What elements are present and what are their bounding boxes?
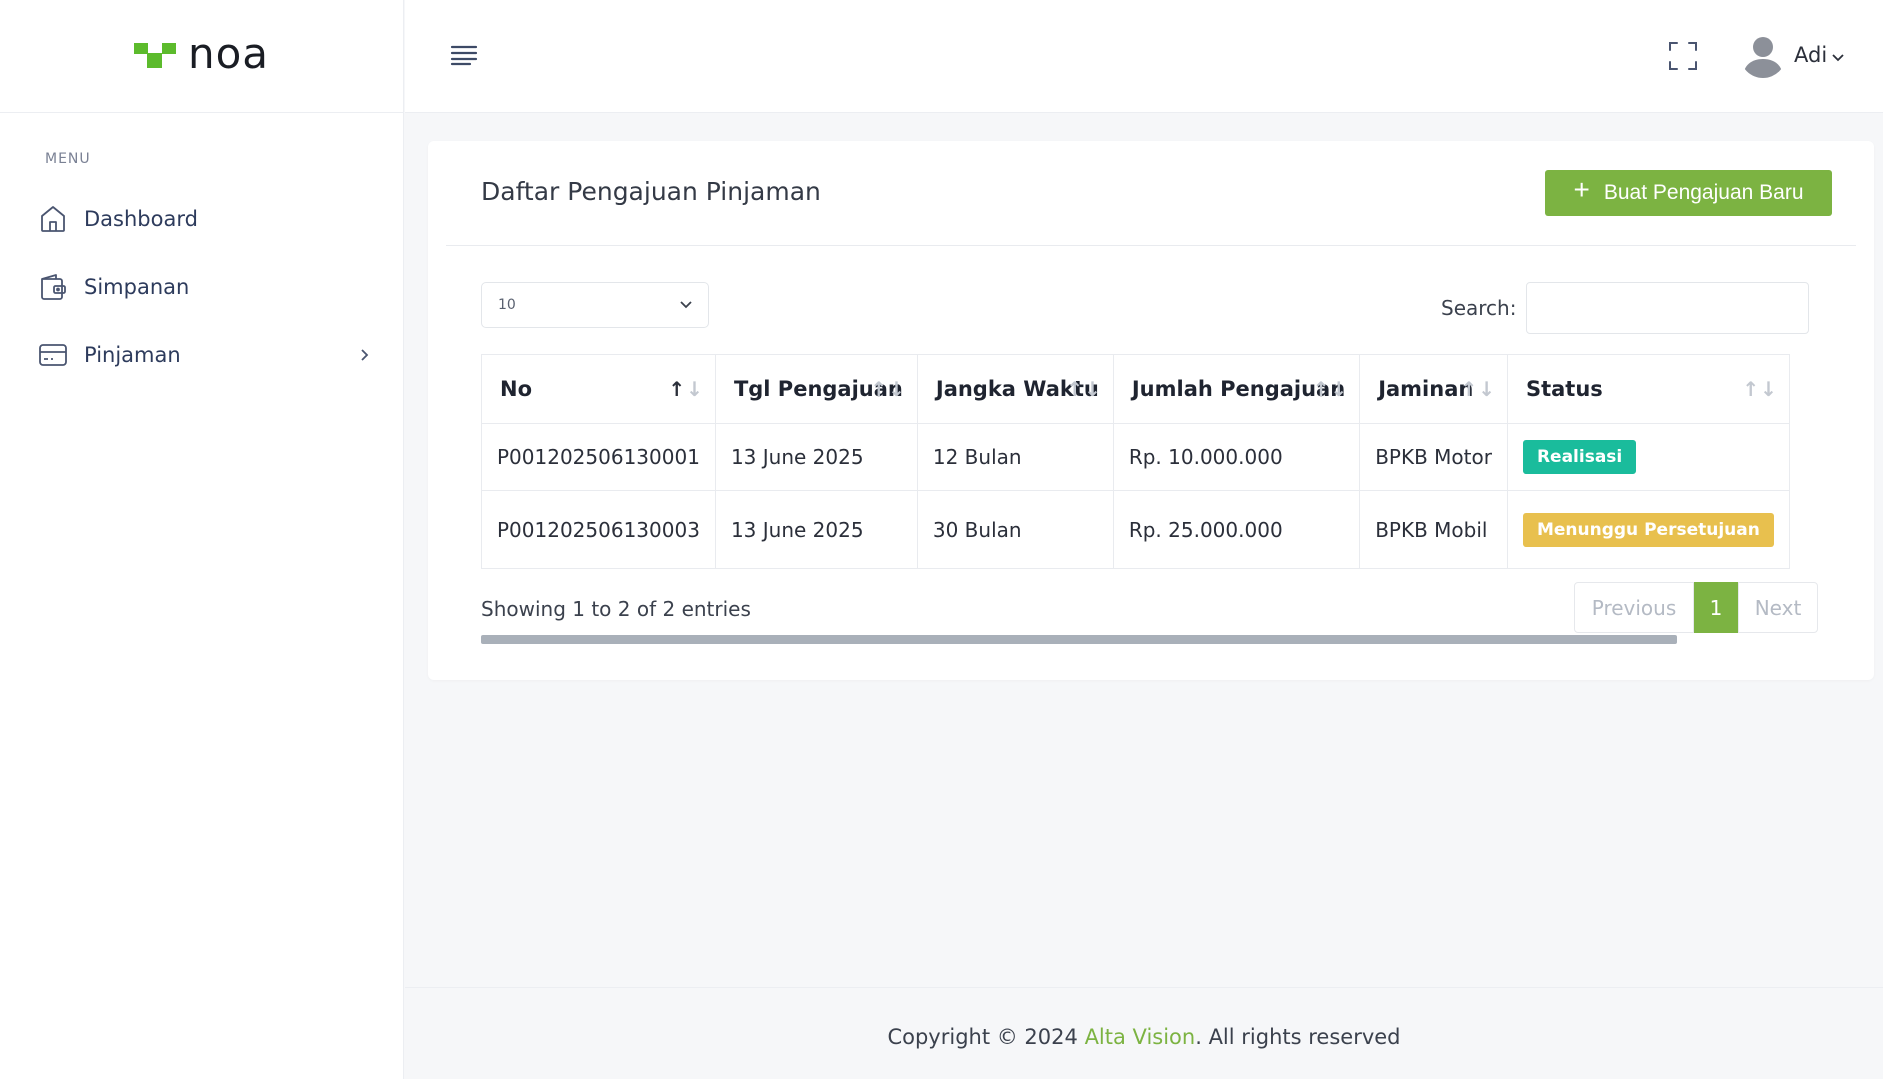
page-length-value: 10 [498, 297, 516, 313]
card-header: Daftar Pengajuan Pinjaman + Buat Pengaju… [446, 141, 1856, 246]
search-label: Search: [1441, 296, 1517, 320]
home-icon [38, 204, 68, 234]
chevron-right-icon [359, 343, 369, 367]
sidebar-item-label: Dashboard [84, 207, 198, 231]
sidebar-item-pinjaman[interactable]: Pinjaman [0, 321, 403, 389]
table-info: Showing 1 to 2 of 2 entries [481, 597, 751, 621]
sidebar-item-label: Pinjaman [84, 343, 181, 367]
cell-jaminan: BPKB Mobil [1359, 490, 1508, 569]
column-header-jangka-waktu[interactable]: Jangka Waktu ↑ ↓ [916, 354, 1114, 424]
loan-table: No ↑ ↓ Tgl Pengajuan ↑ ↓ Jangka Waktu ↑ ↓ Juml… [481, 354, 1790, 569]
column-header-jumlah-pengajuan[interactable]: Jumlah Pengajuan ↑ ↓ [1112, 354, 1361, 424]
brand-logo[interactable]: noa [133, 33, 269, 75]
chevron-down-icon [1832, 47, 1844, 66]
previous-page-button[interactable]: Previous [1574, 582, 1694, 633]
wallet-icon [38, 272, 68, 302]
column-header-label: No [500, 377, 533, 401]
table-row: P001202506130001 13 June 2025 12 Bulan R… [481, 423, 1790, 491]
status-badge: Menunggu Persetujuan [1522, 512, 1774, 547]
table-row: P001202506130003 13 June 2025 30 Bulan R… [481, 490, 1790, 569]
user-avatar-icon [1740, 32, 1786, 78]
new-application-button[interactable]: + Buat Pengajuan Baru [1545, 170, 1832, 216]
status-badge: Realisasi [1522, 440, 1637, 474]
loan-application-card: Daftar Pengajuan Pinjaman + Buat Pengaju… [428, 141, 1874, 680]
sort-icon: ↑ ↓ [1742, 377, 1777, 401]
cell-jaminan: BPKB Motor [1359, 423, 1508, 491]
sidebar-item-dashboard[interactable]: Dashboard [0, 185, 403, 253]
cell-tgl: 13 June 2025 [714, 423, 918, 491]
cell-jumlah: Rp. 10.000.000 [1112, 423, 1361, 491]
cell-jangka: 30 Bulan [916, 490, 1114, 569]
sidebar-item-simpanan[interactable]: Simpanan [0, 253, 403, 321]
horizontal-scrollbar[interactable] [481, 635, 1677, 644]
column-header-tgl-pengajuan[interactable]: Tgl Pengajuan ↑ ↓ [714, 354, 918, 424]
sidebar-nav: Dashboard Simpanan Pinjaman [0, 185, 403, 389]
sidebar-item-label: Simpanan [84, 275, 190, 299]
cell-no: P001202506130001 [481, 423, 716, 491]
sort-icon: ↑ ↓ [1312, 377, 1348, 401]
cell-no: P001202506130003 [481, 490, 716, 569]
logo-area: noa [0, 0, 403, 113]
sort-icon: ↑ ↓ [1066, 377, 1101, 401]
cell-status: Realisasi [1506, 423, 1790, 491]
chevron-down-icon [680, 297, 692, 313]
footer: Copyright © 2024 Alta Vision . All right… [405, 987, 1883, 1079]
page-length-select[interactable]: 10 [481, 282, 709, 328]
sort-icon: ↑ ↓ [1460, 377, 1495, 401]
table-header-row: No ↑ ↓ Tgl Pengajuan ↑ ↓ Jangka Waktu ↑ ↓ Juml… [481, 354, 1790, 424]
footer-suffix: . All rights reserved [1195, 1024, 1401, 1049]
user-name: Adi [1794, 43, 1828, 67]
cell-jangka: 12 Bulan [916, 423, 1114, 491]
column-header-label: Jaminan [1378, 377, 1474, 401]
credit-card-icon [38, 340, 68, 370]
new-application-button-label: Buat Pengajuan Baru [1603, 181, 1804, 204]
sidebar: noa MENU Dashboard Simpanan Pinjaman [0, 0, 404, 1079]
footer-prefix: Copyright © 2024 [887, 1024, 1085, 1049]
topbar: Adi [405, 0, 1883, 113]
plus-icon: + [1573, 174, 1590, 205]
sort-icon: ↑ ↓ [668, 377, 703, 401]
column-header-jaminan[interactable]: Jaminan ↑ ↓ [1359, 354, 1508, 424]
page-1-button[interactable]: 1 [1694, 582, 1738, 633]
cell-jumlah: Rp. 25.000.000 [1112, 490, 1361, 569]
cell-status: Menunggu Persetujuan [1506, 490, 1790, 569]
cell-tgl: 13 June 2025 [714, 490, 918, 569]
logo-mark-icon [133, 41, 182, 71]
search-input[interactable] [1526, 282, 1809, 334]
hamburger-icon[interactable] [450, 44, 478, 66]
column-header-label: Status [1525, 377, 1603, 401]
fullscreen-icon[interactable] [1668, 41, 1698, 71]
sort-icon: ↑ ↓ [870, 377, 905, 401]
footer-company-link[interactable]: Alta Vision [1085, 1025, 1196, 1049]
user-menu[interactable]: Adi [1740, 32, 1844, 78]
pagination: Previous 1 Next [1574, 582, 1818, 633]
page-title: Daftar Pengajuan Pinjaman [481, 177, 821, 206]
column-header-no[interactable]: No ↑ ↓ [481, 354, 716, 424]
next-page-button[interactable]: Next [1738, 582, 1818, 633]
column-header-status[interactable]: Status ↑ ↓ [1506, 354, 1790, 424]
menu-title: MENU [45, 151, 91, 167]
brand-name: noa [187, 29, 270, 78]
